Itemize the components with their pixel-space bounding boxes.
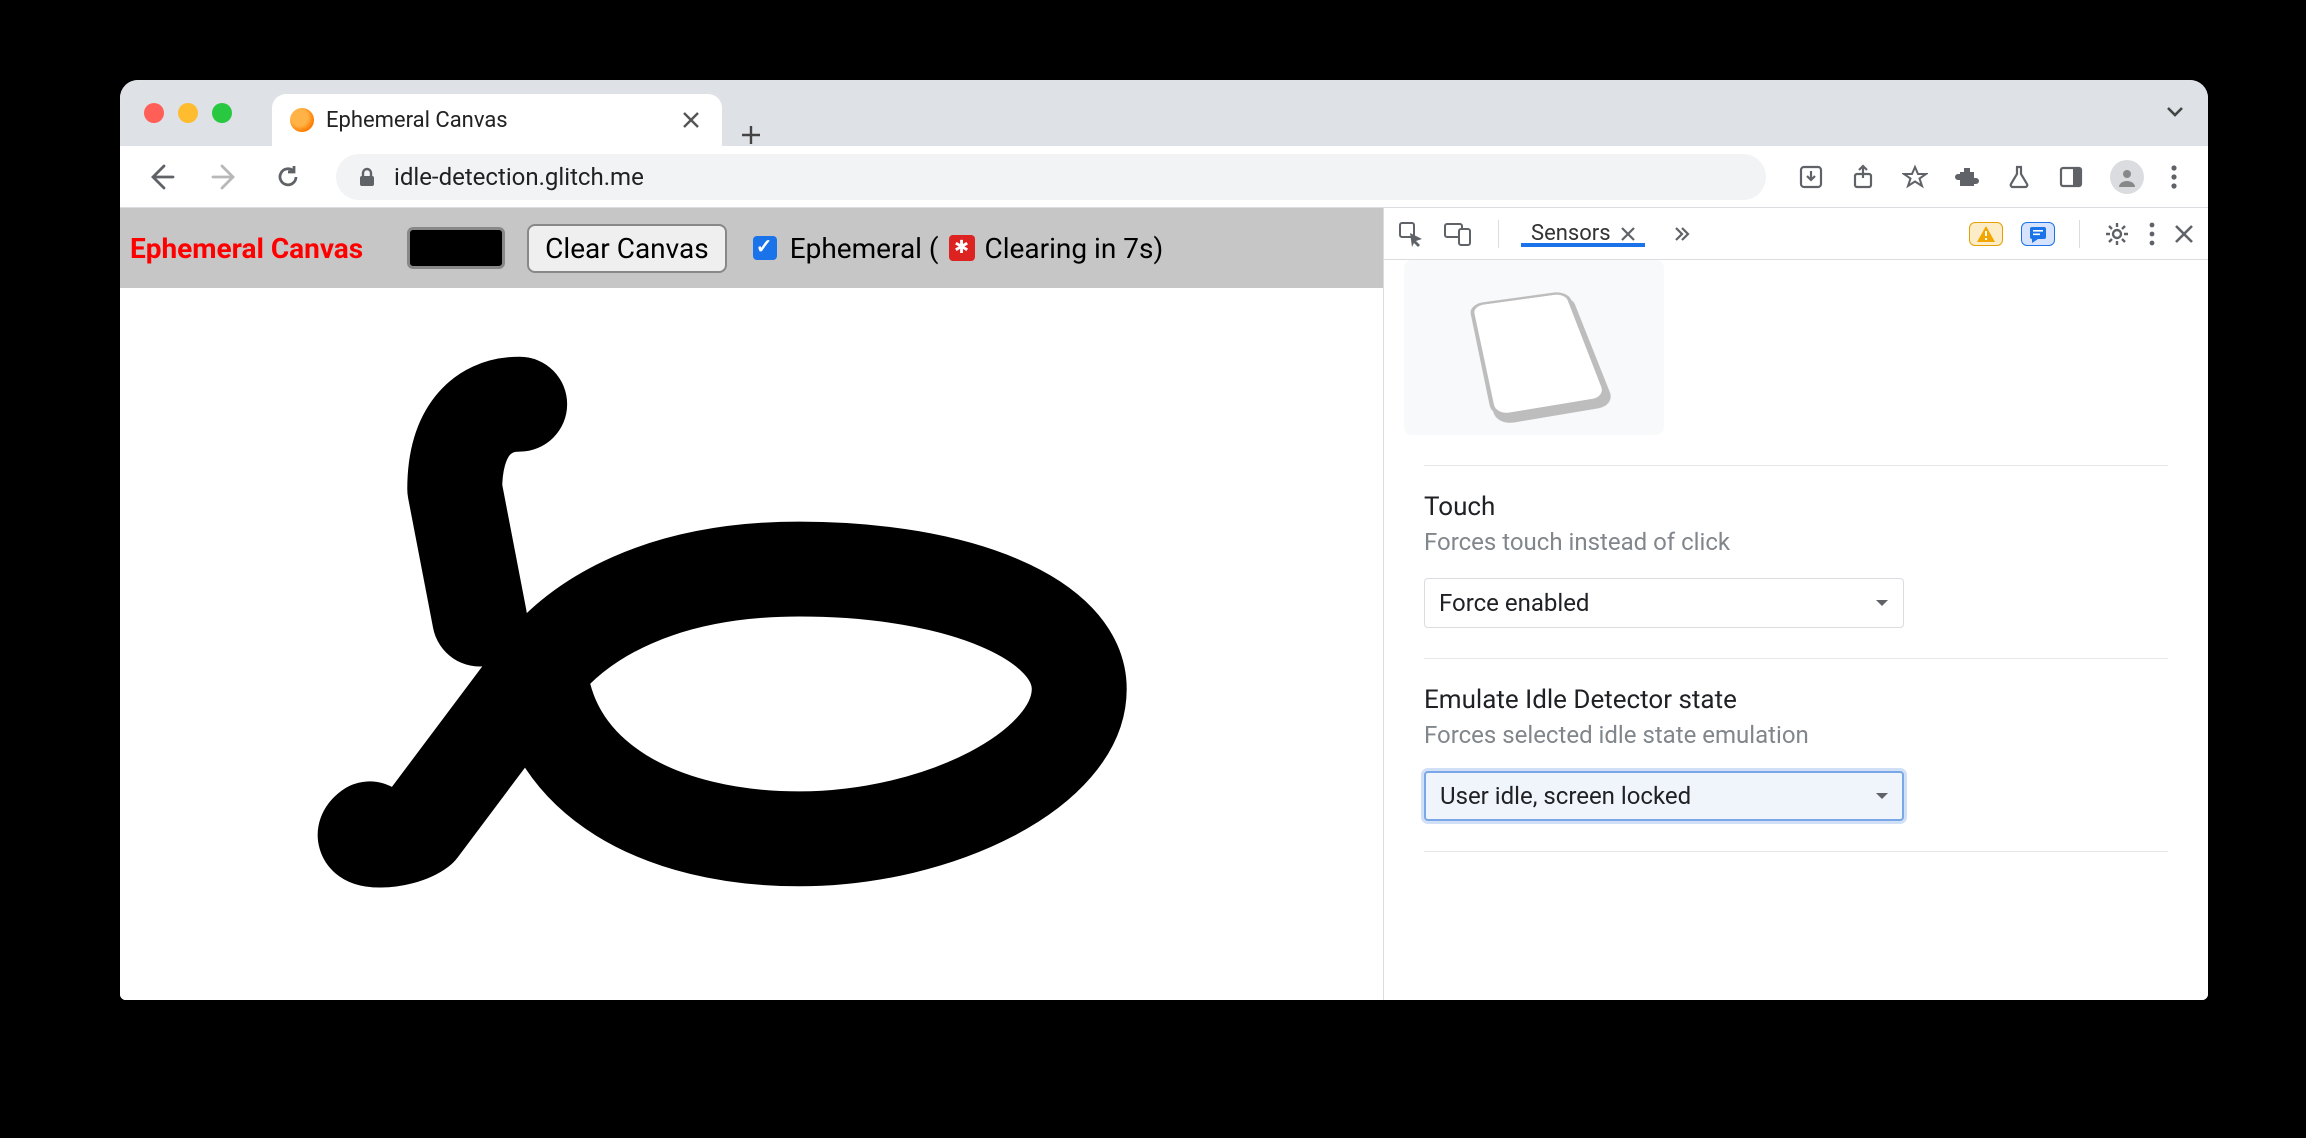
ephemeral-checkbox[interactable] [753,236,777,260]
separator [1498,220,1499,248]
page-title: Ephemeral Canvas [130,232,385,265]
side-panel-icon[interactable] [2058,164,2084,190]
tab-sensors[interactable]: Sensors [1525,221,1641,246]
issues-warning-badge[interactable] [1969,222,2003,246]
forward-button[interactable] [204,156,246,198]
touch-subtitle: Forces touch instead of click [1424,528,2168,556]
issues-info-badge[interactable] [2021,222,2055,246]
inspect-element-icon[interactable] [1398,221,1424,247]
install-app-icon[interactable] [1798,164,1824,190]
page-toolbar: Ephemeral Canvas Clear Canvas Ephemeral … [120,208,1383,288]
profile-button[interactable] [2110,160,2144,194]
browser-tab[interactable]: Ephemeral Canvas [272,94,722,146]
tab-title: Ephemeral Canvas [326,108,666,133]
extensions-icon[interactable] [1954,164,1980,190]
browser-window: Ephemeral Canvas idle-detection.glitch.m… [120,80,2208,1000]
tab-sensors-label: Sensors [1531,221,1611,246]
close-devtools-button[interactable] [2174,224,2194,244]
ephemeral-label-prefix: Ephemeral ( [790,232,939,265]
reload-button[interactable] [268,157,308,197]
devtools-panel: Sensors [1384,208,2208,1000]
phone-icon [1469,290,1611,418]
share-icon[interactable] [1850,164,1876,190]
tabs-dropdown-button[interactable] [2164,100,2186,122]
divider [1424,851,2168,852]
divider [1424,658,2168,659]
idle-state-select[interactable]: User idle, screen locked [1424,771,1904,821]
device-toggle-icon[interactable] [1444,221,1472,247]
maximize-window-button[interactable] [212,103,232,123]
tab-strip: Ephemeral Canvas [120,80,2208,146]
favicon-icon [290,108,314,132]
close-window-button[interactable] [144,103,164,123]
color-picker[interactable] [407,227,505,269]
settings-icon[interactable] [2104,221,2130,247]
more-tabs-button[interactable] [1669,223,1691,245]
url-text: idle-detection.glitch.me [394,163,644,191]
menu-button[interactable] [2170,164,2178,190]
window-controls [144,80,272,146]
url-input[interactable]: idle-detection.glitch.me [336,154,1766,200]
idle-title: Emulate Idle Detector state [1424,685,2168,715]
back-button[interactable] [140,156,182,198]
drawing-canvas[interactable] [120,288,1383,1000]
minimize-window-button[interactable] [178,103,198,123]
divider [1424,465,2168,466]
devtools-tabbar: Sensors [1384,208,2208,260]
ephemeral-label-countdown: Clearing in 7s) [985,232,1164,265]
clear-canvas-button[interactable]: Clear Canvas [527,224,727,273]
labs-icon[interactable] [2006,164,2032,190]
touch-title: Touch [1424,492,2168,522]
avatar-icon [2110,160,2144,194]
devtools-body: Touch Forces touch instead of click Forc… [1384,260,2208,1000]
devtools-menu-button[interactable] [2148,221,2156,247]
touch-select[interactable]: Force enabled [1424,578,1904,628]
address-bar: idle-detection.glitch.me [120,146,2208,208]
separator [2079,220,2080,248]
bookmark-icon[interactable] [1902,164,1928,190]
page-viewport: Ephemeral Canvas Clear Canvas Ephemeral … [120,208,1384,1000]
content-area: Ephemeral Canvas Clear Canvas Ephemeral … [120,208,2208,1000]
new-tab-button[interactable] [722,124,780,146]
orientation-preview[interactable] [1404,260,1664,435]
toolbar-right [1798,160,2188,194]
close-tab-button[interactable] [678,107,704,133]
close-tab-icon[interactable] [1621,227,1635,241]
lock-icon [356,166,378,188]
siren-icon: ✱ [949,235,975,261]
idle-subtitle: Forces selected idle state emulation [1424,721,2168,749]
ephemeral-toggle[interactable]: Ephemeral ( ✱ Clearing in 7s) [749,232,1164,265]
canvas-drawing [120,288,1383,1000]
